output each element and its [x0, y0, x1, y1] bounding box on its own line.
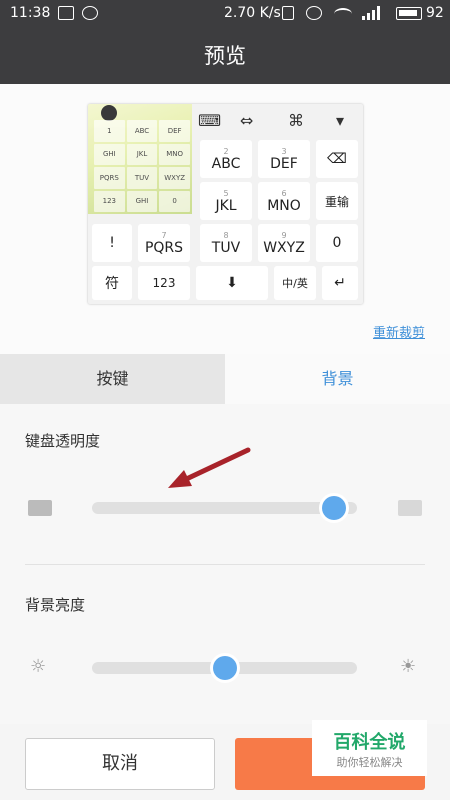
keyboard-preview: ⌨ ⇔ ⌘ ▾ 2 ABC 3 DEF ⌫ 5 JKL 6 MNO 重输 ! 7 PQRS… — [88, 104, 363, 304]
enter-key: ↵ — [322, 266, 358, 300]
command-icon: ⌘ — [288, 111, 304, 130]
microphone-icon: ⬇ — [226, 275, 238, 291]
watermark-subtitle: 助你轻松解决 — [336, 756, 403, 769]
recrop-link[interactable]: 重新裁剪 — [373, 322, 425, 341]
photo-notification-icon — [58, 6, 74, 20]
tab-bar: 按键 背景 — [0, 354, 450, 404]
tab-background[interactable]: 背景 — [225, 354, 450, 404]
battery-icon — [396, 7, 422, 20]
kb-transparency-label: 键盘透明度 — [25, 432, 101, 450]
watermark: 百科全说 助你轻松解决 — [312, 720, 427, 776]
collapse-keyboard-icon: ▾ — [336, 111, 345, 130]
bg-brightness-slider-thumb[interactable] — [213, 656, 237, 680]
thumbnail-key-grid: 1 ABC DEF GHI JKL MNO PQRS TUV WXYZ 123 GHI 0 — [94, 120, 190, 212]
keyboard-transparent-icon — [398, 500, 422, 516]
key-symbol: 符 — [92, 266, 132, 300]
enter-icon: ↵ — [334, 275, 346, 291]
divider — [25, 564, 425, 565]
kb-transparency-slider[interactable] — [92, 502, 357, 514]
key-tuv: 8 TUV — [200, 224, 252, 262]
tab-keys[interactable]: 按键 — [0, 354, 225, 404]
alarm-icon — [306, 6, 322, 20]
settings-panel: 键盘透明度 背景亮度 ☼ ☀ — [0, 404, 450, 724]
mic-space-key: ⬇ — [196, 266, 268, 300]
backspace-key: ⌫ — [316, 140, 358, 178]
sun-bright-icon: ☀ — [400, 656, 417, 677]
key-reenter: 重输 — [316, 182, 358, 220]
vibrate-icon — [282, 6, 294, 20]
signal-icon — [362, 6, 384, 20]
background-image-thumbnail: 1 ABC DEF GHI JKL MNO PQRS TUV WXYZ 123 GHI 0 — [88, 104, 192, 214]
clock: 11:38 — [10, 5, 51, 21]
sogou-logo-icon — [101, 105, 117, 121]
backspace-icon: ⌫ — [327, 151, 347, 167]
sun-dim-icon: ☼ — [30, 656, 47, 677]
page-title: 预览 — [0, 28, 450, 84]
watermark-title: 百科全说 — [333, 732, 406, 753]
key-mno: 6 MNO — [258, 182, 310, 220]
keyboard-icon: ⌨ — [198, 111, 222, 130]
cancel-button[interactable]: 取消 — [25, 738, 215, 790]
key-exclamation: ! — [92, 224, 132, 262]
key-abc: 2 ABC — [200, 140, 252, 178]
bg-brightness-label: 背景亮度 — [25, 596, 86, 614]
network-speed: 2.70 K/s — [224, 5, 281, 21]
kb-transparency-slider-thumb[interactable] — [322, 496, 346, 520]
key-jkl: 5 JKL — [200, 182, 252, 220]
battery-level: 92 — [426, 5, 444, 21]
key-cn-en: 中/英 — [274, 266, 316, 300]
wifi-icon — [334, 8, 352, 20]
cursor-move-icon: ⇔ — [240, 111, 254, 130]
keyboard-opaque-icon — [28, 500, 52, 516]
key-zero: 0 — [316, 224, 358, 262]
status-bar: 11:38 2.70 K/s 92 — [0, 0, 450, 28]
key-def: 3 DEF — [258, 140, 310, 178]
chat-notification-icon — [82, 6, 98, 20]
arrow-annotation — [168, 447, 251, 488]
key-123: 123 — [138, 266, 190, 300]
key-wxyz: 9 WXYZ — [258, 224, 310, 262]
keyboard-preview-area: ⌨ ⇔ ⌘ ▾ 2 ABC 3 DEF ⌫ 5 JKL 6 MNO 重输 ! 7 PQRS… — [0, 84, 450, 354]
key-pqrs: 7 PQRS — [138, 224, 190, 262]
